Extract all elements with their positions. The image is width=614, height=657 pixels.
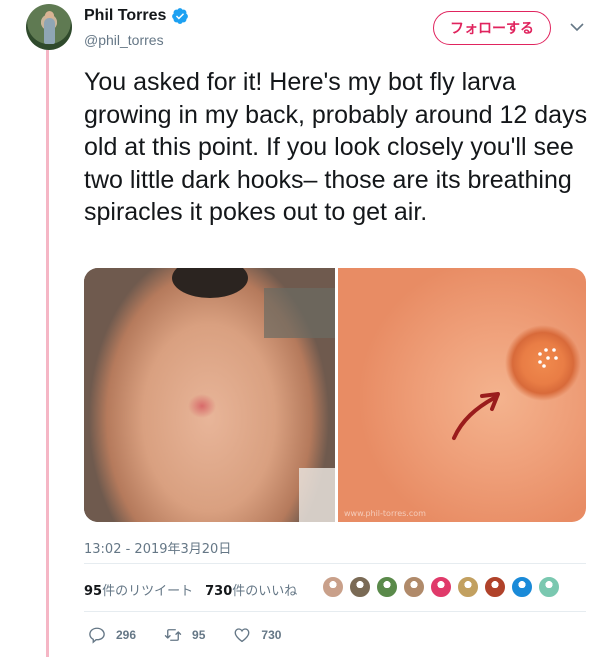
retweet-stat-link[interactable]: 95件のリツイート xyxy=(84,580,193,599)
tweet-actions: 296 95 730 xyxy=(88,626,309,644)
retweet-stat-count: 95 xyxy=(84,584,103,599)
author-handle[interactable]: @phil_torres xyxy=(84,32,164,48)
reply-count: 296 xyxy=(116,628,137,642)
like-count: 730 xyxy=(261,628,282,642)
liker-avatar[interactable] xyxy=(403,576,425,598)
media-grid: www.phil-torres.com xyxy=(84,268,586,522)
photo-watermark: www.phil-torres.com xyxy=(344,509,426,518)
chevron-down-icon[interactable] xyxy=(570,22,584,32)
liker-avatars xyxy=(322,576,560,598)
verified-badge-icon xyxy=(172,8,189,24)
annotation-arrow-icon xyxy=(452,392,500,440)
retweet-button[interactable]: 95 xyxy=(164,626,205,644)
divider-bottom xyxy=(84,611,586,612)
liker-avatar[interactable] xyxy=(484,576,506,598)
author-name-row[interactable]: Phil Torres xyxy=(84,7,189,25)
liker-avatar[interactable] xyxy=(538,576,560,598)
larva-spiracle-dots xyxy=(538,348,558,368)
author-display-name[interactable]: Phil Torres xyxy=(84,7,166,25)
liker-avatar[interactable] xyxy=(376,576,398,598)
author-avatar[interactable] xyxy=(26,4,72,50)
photo-background-shelf xyxy=(264,288,335,338)
like-stat-link[interactable]: 730件のいいね xyxy=(205,580,297,599)
divider-top xyxy=(84,563,586,564)
liker-avatar[interactable] xyxy=(511,576,533,598)
photo-cloth-shape xyxy=(299,468,335,522)
like-stat-label: 件のいいね xyxy=(232,584,298,599)
like-stat-count: 730 xyxy=(205,584,233,599)
photo-larva-closeup[interactable]: www.phil-torres.com xyxy=(338,268,586,522)
liker-avatar[interactable] xyxy=(322,576,344,598)
avatar-figure xyxy=(44,18,55,44)
retweet-icon xyxy=(164,629,182,641)
liker-avatar[interactable] xyxy=(349,576,371,598)
liker-avatar[interactable] xyxy=(457,576,479,598)
retweet-stat-label: 件のリツイート xyxy=(102,584,194,599)
reply-icon xyxy=(89,627,105,644)
heart-icon xyxy=(234,628,250,643)
like-button[interactable]: 730 xyxy=(233,626,281,644)
follow-button[interactable]: フォローする xyxy=(433,11,551,45)
tweet-timestamp[interactable]: 13:02 - 2019年3月20日 xyxy=(84,538,231,557)
photo-hair-shape xyxy=(172,268,248,298)
photo-back-wound[interactable] xyxy=(84,268,335,522)
liker-avatar[interactable] xyxy=(430,576,452,598)
retweet-count: 95 xyxy=(192,628,206,642)
reply-button[interactable]: 296 xyxy=(88,626,136,644)
engagement-stats: 95件のリツイート 730件のいいね xyxy=(84,580,297,599)
thread-line xyxy=(46,50,49,657)
tweet-text: You asked for it! Here's my bot fly larv… xyxy=(84,68,588,227)
